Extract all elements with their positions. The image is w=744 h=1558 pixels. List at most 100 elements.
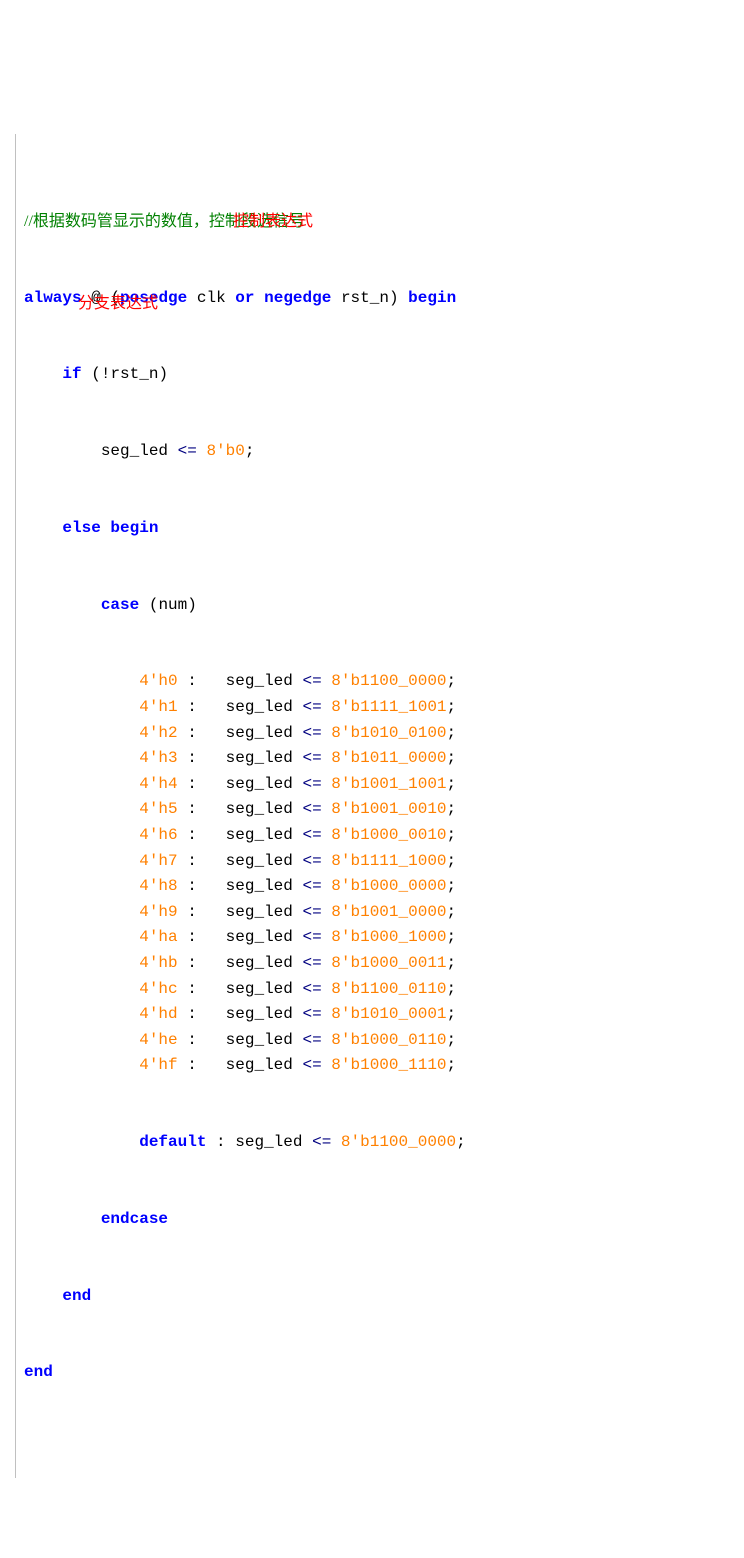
case-sel: 4'hc: [139, 980, 177, 998]
id-seg-led: seg_led: [226, 928, 293, 946]
num-literal: 8'b1010_0001: [331, 1005, 446, 1023]
case-sel: 4'h0: [139, 672, 177, 690]
num-literal: 8'b1001_0000: [331, 903, 446, 921]
op-le: <=: [302, 980, 321, 998]
code-line: 4'h7 : seg_led <= 8'b1111_1000;: [24, 849, 736, 875]
code-line: 4'he : seg_led <= 8'b1000_0110;: [24, 1028, 736, 1054]
op-le: <=: [302, 1005, 321, 1023]
op-le: <=: [302, 826, 321, 844]
case-sel: 4'hf: [139, 1056, 177, 1074]
code-line: 4'h6 : seg_led <= 8'b1000_0010;: [24, 823, 736, 849]
kw-if: if: [62, 365, 81, 383]
code-line: default : seg_led <= 8'b1100_0000;: [24, 1130, 736, 1156]
id-num: num: [158, 596, 187, 614]
id-rstn: rst_n: [341, 289, 389, 307]
id-seg-led: seg_led: [226, 1005, 293, 1023]
code-line: 4'hf : seg_led <= 8'b1000_1110;: [24, 1053, 736, 1079]
id-seg-led: seg_led: [235, 1133, 302, 1151]
num-literal: 8'b1100_0110: [331, 980, 446, 998]
code-line: end: [24, 1284, 736, 1310]
kw-default: default: [139, 1133, 206, 1151]
case-sel: 4'h3: [139, 749, 177, 767]
case-sel: 4'hb: [139, 954, 177, 972]
id-seg-led: seg_led: [226, 800, 293, 818]
op-le: <=: [302, 724, 321, 742]
case-sel: 4'h8: [139, 877, 177, 895]
op-le: <=: [302, 800, 321, 818]
num-literal: 8'b1001_0010: [331, 800, 446, 818]
code-line: endcase: [24, 1207, 736, 1233]
code-line: 4'h4 : seg_led <= 8'b1001_1001;: [24, 772, 736, 798]
op-le: <=: [302, 672, 321, 690]
id-seg-led: seg_led: [226, 826, 293, 844]
kw-always: always: [24, 289, 82, 307]
op-le: <=: [302, 954, 321, 972]
code-line: 4'h8 : seg_led <= 8'b1000_0000;: [24, 874, 736, 900]
id-seg-led: seg_led: [226, 775, 293, 793]
id-clk: clk: [197, 289, 226, 307]
num-literal: 8'b1001_1001: [331, 775, 446, 793]
op-le: <=: [302, 775, 321, 793]
annotation-branch-expr: 分支表达式: [78, 291, 158, 317]
case-sel: 4'h7: [139, 852, 177, 870]
op-le: <=: [178, 442, 197, 460]
id-seg-led: seg_led: [226, 954, 293, 972]
num-literal: 8'b1100_0000: [341, 1133, 456, 1151]
op-le: <=: [302, 852, 321, 870]
kw-case: case: [101, 596, 139, 614]
op-le: <=: [302, 903, 321, 921]
case-sel: 4'h4: [139, 775, 177, 793]
case-sel: 4'h6: [139, 826, 177, 844]
id-seg-led: seg_led: [226, 903, 293, 921]
op-le: <=: [302, 928, 321, 946]
code-line: 4'h2 : seg_led <= 8'b1010_0100;: [24, 721, 736, 747]
code-line: 4'ha : seg_led <= 8'b1000_1000;: [24, 925, 736, 951]
code-line: 4'h3 : seg_led <= 8'b1011_0000;: [24, 746, 736, 772]
kw-begin: begin: [110, 519, 158, 537]
num-literal: 8'b1010_0100: [331, 724, 446, 742]
kw-else: else: [62, 519, 100, 537]
op-le: <=: [302, 1031, 321, 1049]
code-line: 4'h9 : seg_led <= 8'b1001_0000;: [24, 900, 736, 926]
code-line: 4'hc : seg_led <= 8'b1100_0110;: [24, 977, 736, 1003]
op-le: <=: [312, 1133, 331, 1151]
code-line: 4'hd : seg_led <= 8'b1010_0001;: [24, 1002, 736, 1028]
op-le: <=: [302, 749, 321, 767]
id-seg-led: seg_led: [226, 980, 293, 998]
id-seg-led: seg_led: [226, 724, 293, 742]
id-seg-led: seg_led: [226, 1056, 293, 1074]
num-literal: 8'b1011_0000: [331, 749, 446, 767]
case-sel: 4'he: [139, 1031, 177, 1049]
id-seg-led: seg_led: [226, 852, 293, 870]
id-rstn: rst_n: [110, 365, 158, 383]
num-literal: 8'b1111_1000: [331, 852, 446, 870]
num-literal: 8'b1000_0010: [331, 826, 446, 844]
annotation-control-expr: 控制表达式: [233, 209, 313, 235]
code-block: //根据数码管显示的数值，控制段选信号 always @ (posedge cl…: [8, 106, 736, 1488]
case-sel: 4'h2: [139, 724, 177, 742]
kw-end: end: [24, 1363, 53, 1381]
code-line: //根据数码管显示的数值，控制段选信号: [24, 209, 736, 235]
num-literal: 8'b1100_0000: [331, 672, 446, 690]
code-line: 4'h5 : seg_led <= 8'b1001_0010;: [24, 797, 736, 823]
num-literal: 8'b1000_0000: [331, 877, 446, 895]
case-list: 4'h0 : seg_led <= 8'b1100_0000; 4'h1 : s…: [24, 669, 736, 1079]
op-le: <=: [302, 1056, 321, 1074]
code-line: 4'h0 : seg_led <= 8'b1100_0000;: [24, 669, 736, 695]
code-line: 4'hb : seg_led <= 8'b1000_0011;: [24, 951, 736, 977]
num-literal: 8'b0: [206, 442, 244, 460]
num-literal: 8'b1000_1000: [331, 928, 446, 946]
case-sel: 4'h5: [139, 800, 177, 818]
id-seg-led: seg_led: [226, 877, 293, 895]
code-line: case (num): [24, 593, 736, 619]
kw-begin: begin: [408, 289, 456, 307]
id-seg-led: seg_led: [101, 442, 168, 460]
kw-endcase: endcase: [101, 1210, 168, 1228]
num-literal: 8'b1111_1001: [331, 698, 446, 716]
num-literal: 8'b1000_1110: [331, 1056, 446, 1074]
code-line: else begin: [24, 516, 736, 542]
case-sel: 4'h1: [139, 698, 177, 716]
op-le: <=: [302, 877, 321, 895]
code-line: 4'h1 : seg_led <= 8'b1111_1001;: [24, 695, 736, 721]
case-sel: 4'ha: [139, 928, 177, 946]
